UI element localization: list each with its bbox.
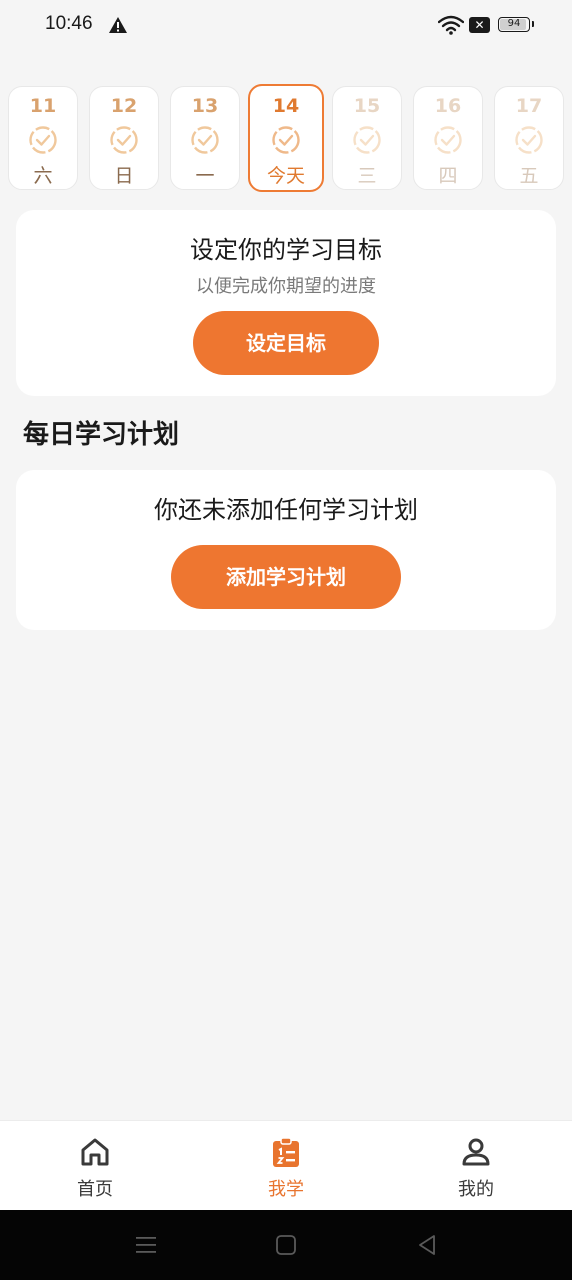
check-circle-icon: [29, 126, 57, 154]
add-study-plan-button[interactable]: 添加学习计划: [171, 545, 401, 609]
bottom-nav: 首页 我学 我的: [0, 1120, 572, 1210]
system-nav-bar: [0, 1210, 572, 1280]
check-circle-icon: [434, 126, 462, 154]
plan-empty-text: 你还未添加任何学习计划: [154, 496, 418, 524]
nav-label: 首页: [77, 1179, 113, 1200]
nav-label: 我学: [268, 1179, 304, 1200]
day-label: 四: [438, 165, 458, 187]
day-label: 六: [33, 165, 53, 187]
check-circle-icon: [353, 126, 381, 154]
day-label: 五: [519, 165, 539, 187]
nav-item-home[interactable]: 首页: [35, 1121, 155, 1211]
week-day-strip: 11 六 12 日 13 一 14 今天 15 三 16 四 17 五: [0, 84, 572, 194]
day-number: 15: [353, 95, 381, 117]
battery-level: 94: [507, 18, 521, 29]
warning-icon: [109, 17, 127, 33]
set-goal-button[interactable]: 设定目标: [193, 311, 379, 375]
day-number: 14: [272, 95, 300, 117]
day-card-today[interactable]: 14 今天: [248, 84, 324, 192]
battery-indicator: 94: [498, 17, 534, 32]
day-card-16[interactable]: 16 四: [413, 86, 483, 190]
goal-card: 设定你的学习目标 以便完成你期望的进度 设定目标: [16, 210, 556, 396]
day-label: 日: [114, 165, 134, 187]
day-card-13[interactable]: 13 一: [170, 86, 240, 190]
nav-item-profile[interactable]: 我的: [416, 1121, 536, 1211]
day-card-17[interactable]: 17 五: [494, 86, 564, 190]
day-number: 17: [515, 95, 543, 117]
check-circle-icon: [272, 126, 300, 154]
check-circle-icon: [110, 126, 138, 154]
goal-title: 设定你的学习目标: [190, 236, 382, 264]
day-number: 11: [29, 95, 57, 117]
daily-plan-section-title: 每日学习计划: [23, 420, 180, 450]
study-plan-icon: [273, 1137, 299, 1167]
day-number: 13: [191, 95, 219, 117]
nav-item-study[interactable]: 我学: [226, 1121, 346, 1211]
plan-card: 你还未添加任何学习计划 添加学习计划: [16, 470, 556, 630]
nav-label: 我的: [458, 1179, 494, 1200]
check-circle-icon: [515, 126, 543, 154]
day-card-11[interactable]: 11 六: [8, 86, 78, 190]
home-icon: [81, 1138, 109, 1166]
status-time: 10:46: [45, 13, 93, 34]
wifi-icon: [438, 15, 464, 35]
home-square-icon[interactable]: [274, 1233, 298, 1257]
day-label: 今天: [266, 165, 305, 187]
day-number: 12: [110, 95, 138, 117]
day-card-12[interactable]: 12 日: [89, 86, 159, 190]
day-card-15[interactable]: 15 三: [332, 86, 402, 190]
day-label: 一: [195, 165, 215, 187]
day-label: 三: [357, 165, 377, 187]
profile-icon: [462, 1138, 490, 1166]
status-bar: 10:46 ✕ 94: [0, 0, 572, 52]
study-screen: 10:46 ✕ 94 11 六 12 日 13 一 14 今天 15 三 16 …: [0, 0, 572, 1280]
goal-subtitle: 以便完成你期望的进度: [196, 276, 376, 297]
day-number: 16: [434, 95, 462, 117]
check-circle-icon: [191, 126, 219, 154]
back-icon[interactable]: [415, 1233, 439, 1257]
no-sim-icon: ✕: [469, 17, 490, 33]
menu-icon[interactable]: [134, 1233, 158, 1257]
